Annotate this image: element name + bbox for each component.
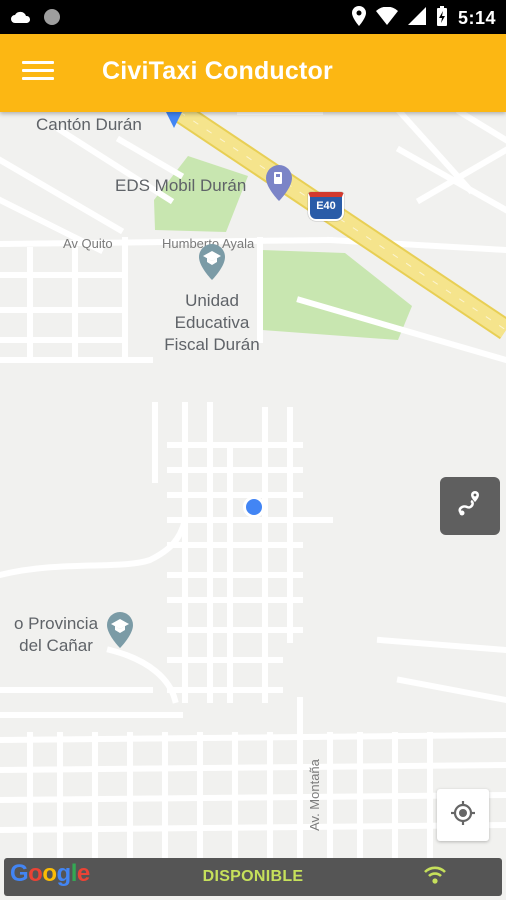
route-button[interactable] — [440, 477, 500, 535]
location-icon — [351, 6, 366, 31]
map-label-av-quito: Av Quito — [63, 236, 113, 251]
map-label-canton: Cantón Durán — [36, 115, 142, 134]
highway-badge-e40: E40 — [308, 192, 344, 221]
my-location-button[interactable] — [437, 789, 489, 841]
wifi-icon — [424, 866, 446, 889]
battery-charging-icon — [436, 6, 448, 31]
my-location-icon — [449, 799, 477, 832]
map-view[interactable]: Cantón Durán EDS Mobil Durán E40 Av Quit… — [0, 112, 506, 858]
school-pin-icon[interactable] — [198, 244, 226, 285]
map-label-provincia: o Provincia del Cañar — [13, 614, 99, 655]
map-label-eds: EDS Mobil Durán — [115, 176, 247, 195]
driver-status-bar: Google DISPONIBLE — [4, 858, 502, 896]
place-pin-icon[interactable] — [163, 112, 185, 135]
app-bar: CiviTaxi Conductor — [0, 34, 506, 112]
google-logo: Google — [10, 860, 90, 887]
app-title: CiviTaxi Conductor — [102, 57, 333, 85]
map-label-av-montana: Av. Montaña — [307, 759, 322, 831]
gas-station-pin-icon[interactable] — [265, 165, 293, 206]
cloud-icon — [10, 10, 32, 29]
availability-status: DISPONIBLE — [202, 868, 304, 885]
wifi-icon — [375, 6, 398, 30]
circle-icon — [42, 7, 62, 32]
signal-icon — [407, 7, 426, 30]
map-label-school: Unidad Educativa Fiscal Durán — [164, 291, 260, 354]
school-pin-icon[interactable] — [106, 612, 134, 653]
route-icon — [455, 489, 485, 524]
status-bar: 5:14 — [0, 0, 506, 34]
hamburger-menu-icon[interactable] — [22, 61, 54, 85]
clock: 5:14 — [457, 8, 496, 28]
